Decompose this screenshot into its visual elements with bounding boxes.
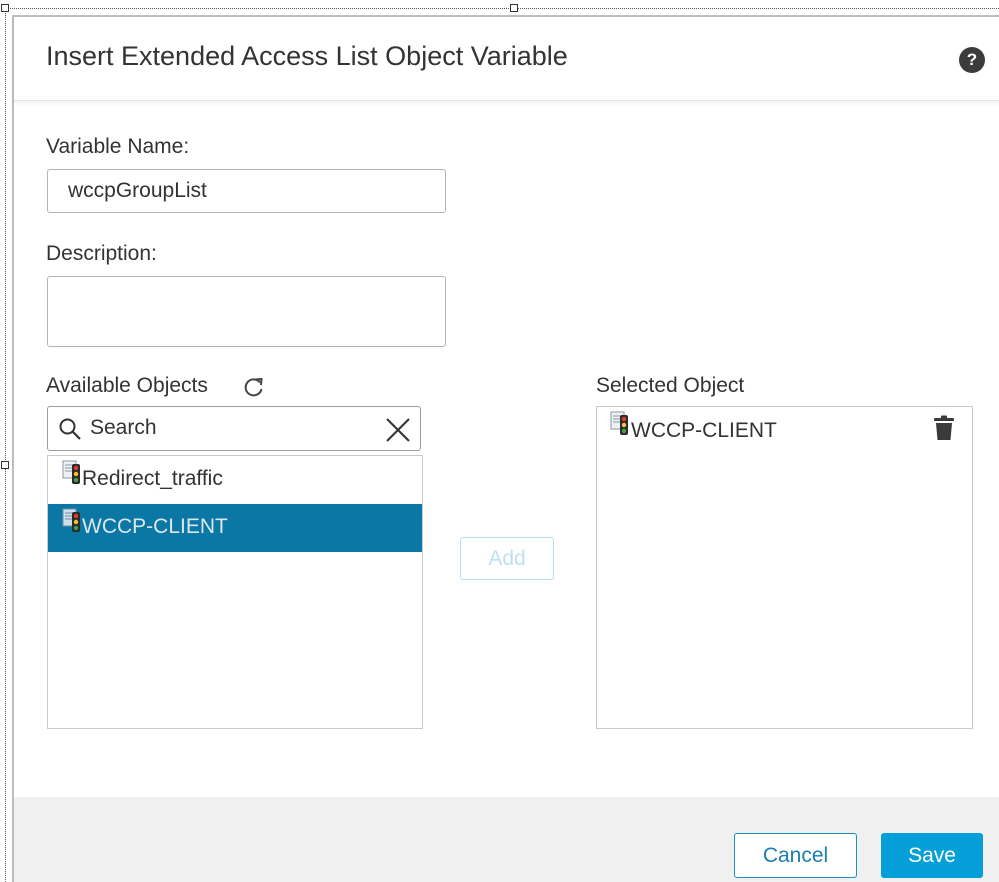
available-object-label: Redirect_traffic (82, 467, 223, 490)
selected-object-label: Selected Object (596, 374, 745, 397)
variable-name-input[interactable]: wccpGroupList (47, 169, 446, 213)
resize-handle-top-middle[interactable] (510, 4, 518, 12)
available-objects-label: Available Objects (46, 374, 208, 397)
refresh-icon[interactable] (243, 376, 265, 398)
available-objects-list[interactable]: Redirect_traffic WCCP-CLIENT (47, 455, 423, 729)
available-objects-search[interactable]: Search (47, 406, 421, 451)
dialog-footer: Cancel Save (14, 797, 999, 882)
add-button[interactable]: Add (460, 537, 554, 580)
dialog-header: Insert Extended Access List Object Varia… (14, 17, 999, 101)
variable-name-value: wccpGroupList (68, 179, 207, 202)
resize-handle-middle-left[interactable] (1, 461, 9, 469)
selected-object-list[interactable]: WCCP-CLIENT (596, 406, 973, 729)
available-object-label: WCCP-CLIENT (82, 515, 228, 538)
available-object-item[interactable]: Redirect_traffic (48, 456, 422, 504)
cancel-button[interactable]: Cancel (734, 833, 857, 878)
trash-icon[interactable] (933, 415, 955, 441)
extended-acl-icon (62, 508, 80, 532)
extended-acl-icon (62, 460, 80, 484)
extended-acl-icon (610, 411, 628, 435)
selected-object-item-label: WCCP-CLIENT (631, 419, 777, 442)
resize-handle-top-left[interactable] (1, 4, 9, 12)
available-object-item-selected[interactable]: WCCP-CLIENT (48, 504, 422, 552)
save-button[interactable]: Save (881, 833, 983, 878)
dialog-title: Insert Extended Access List Object Varia… (46, 41, 568, 71)
search-placeholder: Search (90, 416, 157, 439)
clear-search-icon[interactable] (384, 416, 412, 444)
search-icon (59, 418, 81, 440)
selected-object-item[interactable]: WCCP-CLIENT (597, 407, 972, 455)
description-label: Description: (46, 242, 157, 265)
help-icon[interactable]: ? (959, 47, 985, 73)
insert-acl-variable-dialog: Insert Extended Access List Object Varia… (12, 15, 999, 882)
variable-name-label: Variable Name: (46, 135, 190, 158)
description-input[interactable] (47, 276, 446, 347)
